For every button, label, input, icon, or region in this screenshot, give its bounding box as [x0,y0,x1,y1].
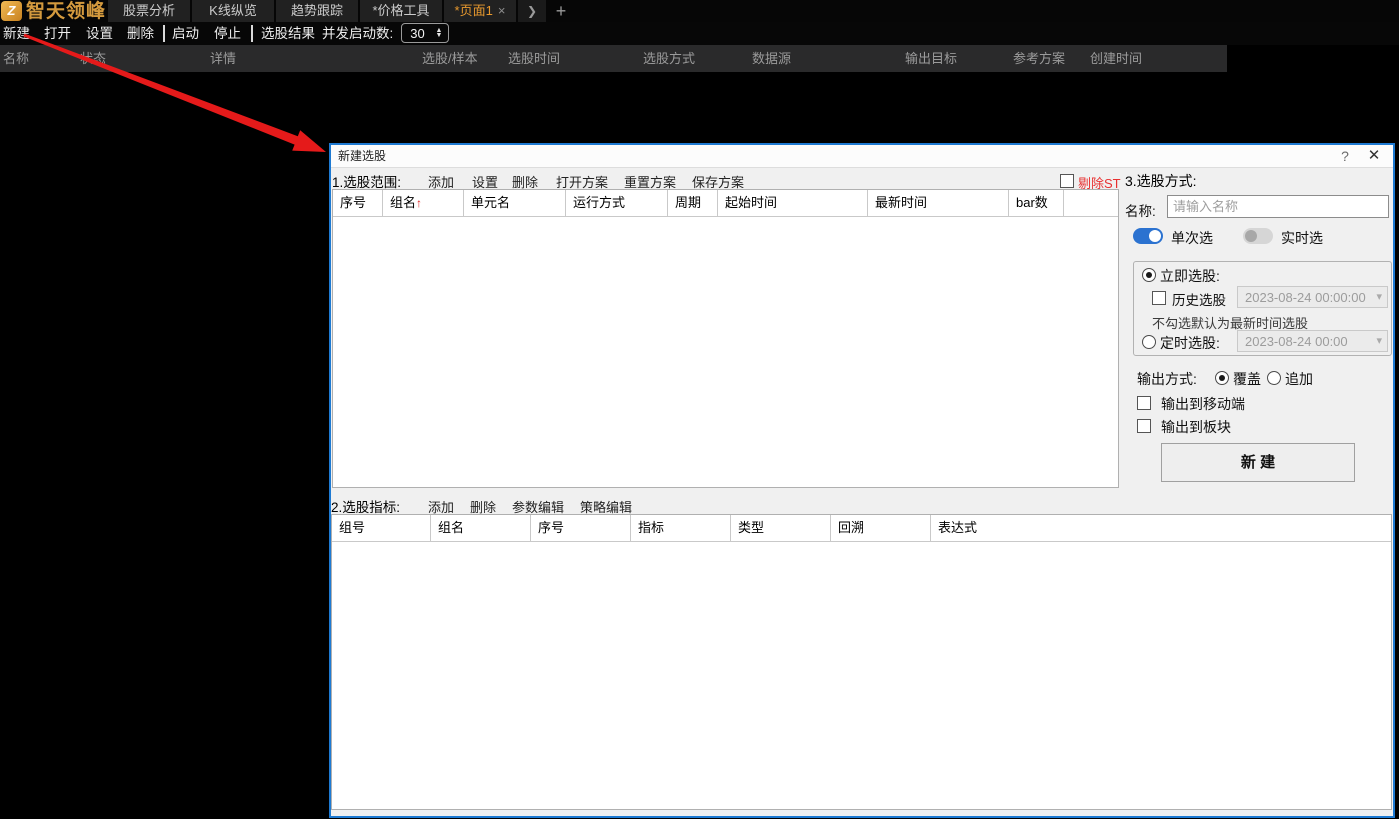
section2-label: 2.选股指标: [331,500,401,515]
output-sector-label: 输出到板块 [1161,419,1231,435]
toolbar-results-button[interactable]: 选股结果 [261,22,315,45]
t1-col-start[interactable]: 起始时间 [718,190,868,216]
immediate-pick-label: 立即选股: [1160,268,1220,284]
tab-page1[interactable]: *页面1 × [444,0,516,22]
app-logo-icon: Z [1,1,22,21]
history-pick-label: 历史选股 [1172,293,1226,308]
t1-col-latest[interactable]: 最新时间 [868,190,1009,216]
realtime-pick-toggle[interactable] [1243,228,1273,244]
t1-col-group[interactable]: 组名↑ [383,190,464,216]
help-icon[interactable]: ? [1337,145,1353,167]
history-datetime-dropdown[interactable]: 2023-08-24 00:00:00 ▾ [1237,286,1388,308]
history-datetime-value: 2023-08-24 00:00:00 [1245,289,1366,305]
chevron-down-icon: ▾ [1376,335,1382,347]
tab-close-icon[interactable]: × [498,3,506,18]
tab-scroll-next-icon[interactable]: ❯ [518,0,546,22]
append-radio[interactable] [1267,371,1281,385]
toolbar-new-button[interactable]: 新建 [3,22,30,45]
t2-col-groupname[interactable]: 组名 [431,515,531,541]
t1-col-unit[interactable]: 单元名 [464,190,566,216]
overwrite-label: 覆盖 [1233,371,1261,387]
t2-col-index[interactable]: 序号 [531,515,631,541]
tab-price-tool[interactable]: *价格工具 [360,0,442,22]
new-stock-pick-dialog: 新建选股 ? ✕ 1.选股范围: 添加 设置 删除 打开方案 重置方案 保存方案… [329,143,1395,818]
name-label: 名称: [1125,204,1156,219]
col-name: 名称 [3,51,30,66]
col-ref-plan: 参考方案 [1013,51,1066,66]
t2-col-type[interactable]: 类型 [731,515,831,541]
col-pick-time: 选股时间 [508,51,561,66]
result-list-header: 名称 状态 详情 选股/样本 选股时间 选股方式 数据源 输出目标 参考方案 创… [0,45,1227,72]
range-table[interactable]: 序号 组名↑ 单元名 运行方式 周期 起始时间 最新时间 bar数 [332,189,1119,488]
col-detail: 详情 [210,51,237,66]
stepper-arrows-icon[interactable]: ▲ ▼ [433,27,448,39]
range-table-header: 序号 组名↑ 单元名 运行方式 周期 起始时间 最新时间 bar数 [333,190,1118,217]
immediate-pick-radio[interactable] [1142,268,1156,282]
concurrency-stepper[interactable]: 30 ▲ ▼ [401,23,449,43]
col-status: 状态 [80,51,107,66]
realtime-pick-label: 实时选 [1281,230,1323,246]
history-pick-checkbox[interactable] [1152,291,1166,305]
toolbar: 新建 打开 设置 删除 启动 停止 选股结果 并发启动数: 30 ▲ ▼ [0,22,1399,45]
create-button[interactable]: 新 建 [1161,443,1355,482]
output-sector-checkbox[interactable] [1137,419,1151,433]
t2-col-lookback[interactable]: 回溯 [831,515,931,541]
timed-datetime-value: 2023-08-24 00:00 [1245,333,1348,349]
toolbar-open-button[interactable]: 打开 [44,22,71,45]
t2-col-indicator[interactable]: 指标 [631,515,731,541]
dialog-title: 新建选股 [338,149,387,163]
col-pick-mode: 选股方式 [643,51,696,66]
toolbar-start-button[interactable]: 启动 [172,22,199,45]
t1-col-period[interactable]: 周期 [668,190,718,216]
dialog-titlebar[interactable]: 新建选股 ? ✕ [331,145,1393,168]
toolbar-stop-button[interactable]: 停止 [214,22,241,45]
sort-asc-icon: ↑ [416,196,423,210]
toolbar-separator [251,25,253,42]
app-tab-bar: Z 智天领峰 股票分析 K线纵览 趋势跟踪 *价格工具 *页面1 × ❯ + [0,0,1399,22]
output-mode-label: 输出方式: [1137,371,1197,387]
toolbar-delete-button[interactable]: 删除 [127,22,154,45]
single-pick-label: 单次选 [1171,230,1213,246]
col-create-time: 创建时间 [1090,51,1143,66]
t1-col-bars[interactable]: bar数 [1009,190,1064,216]
col-pick-sample: 选股/样本 [422,51,478,66]
tab-stock-analysis[interactable]: 股票分析 [108,0,190,22]
concurrency-value: 30 [410,25,425,41]
toolbar-separator [163,25,165,42]
tab-trend-tracking[interactable]: 趋势跟踪 [276,0,358,22]
single-pick-toggle[interactable] [1133,228,1163,244]
output-mobile-checkbox[interactable] [1137,396,1151,410]
t2-col-expression[interactable]: 表达式 [931,515,1391,541]
section1-label: 1.选股范围: [332,175,402,190]
concurrency-label: 并发启动数: [322,26,394,41]
t1-col-index[interactable]: 序号 [333,190,383,216]
timed-pick-label: 定时选股: [1160,335,1220,351]
t1-col-filler [1064,190,1118,216]
append-label: 追加 [1285,371,1313,387]
t2-col-groupno[interactable]: 组号 [332,515,431,541]
chevron-down-icon: ▾ [1376,291,1382,303]
indicator-table-header: 组号 组名 序号 指标 类型 回溯 表达式 [332,515,1391,542]
col-datasource: 数据源 [752,51,792,66]
tab-page1-label: *页面1 [454,3,493,18]
section3-label: 3.选股方式: [1125,173,1197,189]
tab-kline-overview[interactable]: K线纵览 [192,0,274,22]
toolbar-settings-button[interactable]: 设置 [86,22,113,45]
output-mobile-label: 输出到移动端 [1161,396,1245,412]
tab-add-icon[interactable]: + [550,0,572,22]
indicator-table[interactable]: 组号 组名 序号 指标 类型 回溯 表达式 [331,514,1392,810]
timed-datetime-dropdown[interactable]: 2023-08-24 00:00 ▾ [1237,330,1388,352]
name-input[interactable] [1167,195,1389,218]
app-logo-text: 智天领峰 [26,1,107,22]
exclude-st-checkbox[interactable] [1060,174,1074,188]
timed-pick-radio[interactable] [1142,335,1156,349]
col-output: 输出目标 [905,51,958,66]
overwrite-radio[interactable] [1215,371,1229,385]
t1-col-runmode[interactable]: 运行方式 [566,190,668,216]
close-icon[interactable]: ✕ [1366,145,1382,167]
